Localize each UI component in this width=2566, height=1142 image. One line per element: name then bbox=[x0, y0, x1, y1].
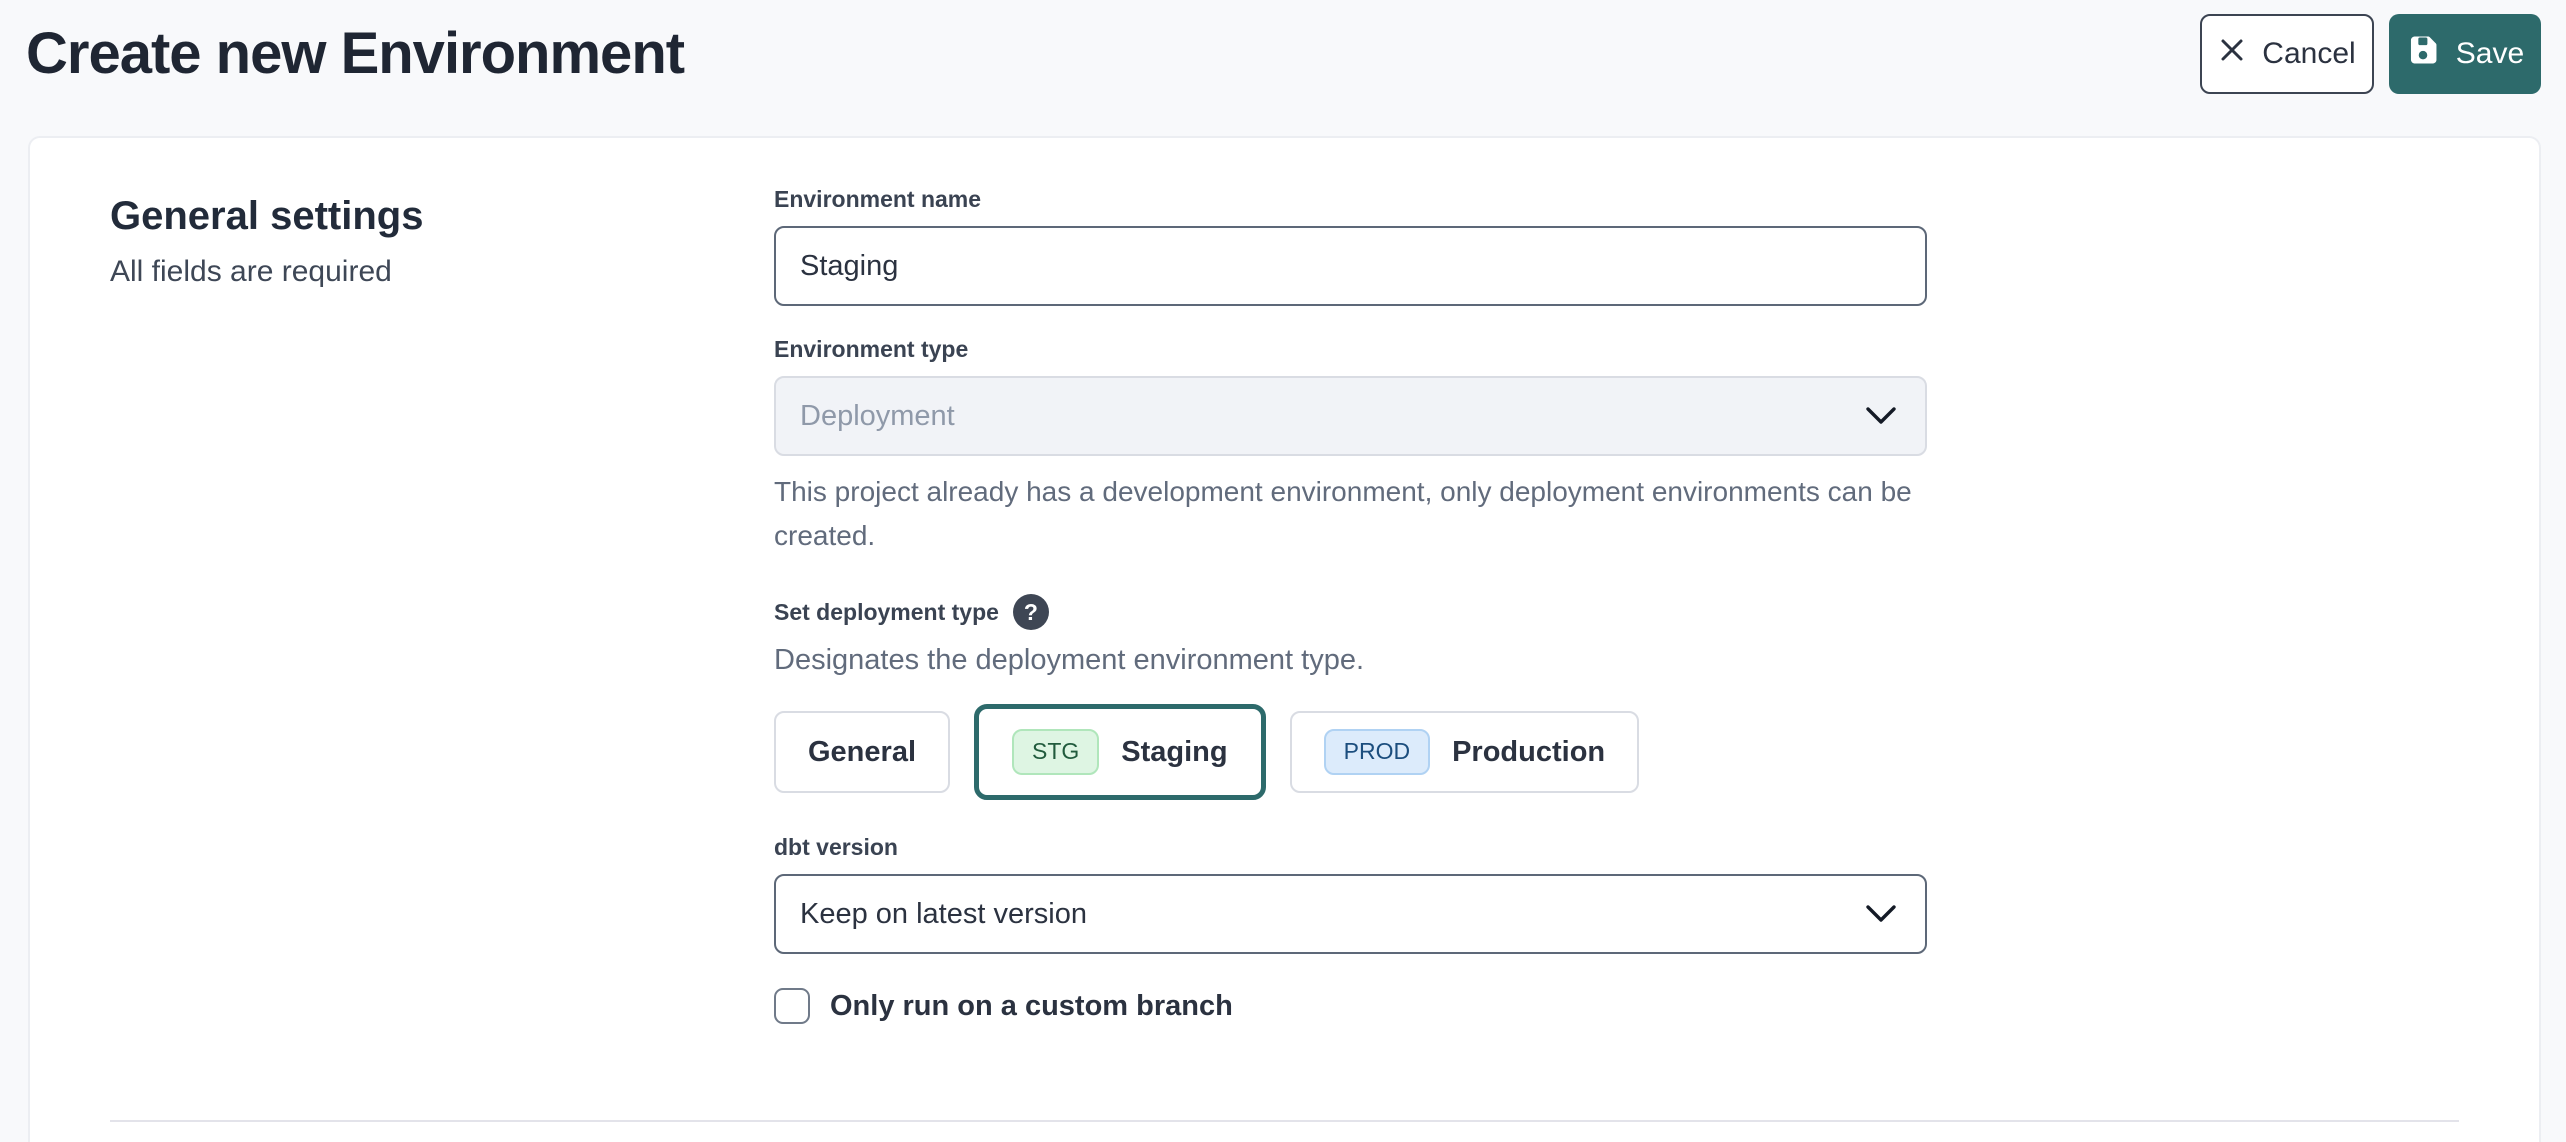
dbt-version-select[interactable]: Keep on latest version bbox=[774, 874, 1927, 954]
staging-badge: STG bbox=[1012, 729, 1099, 774]
chevron-down-icon bbox=[1865, 400, 1897, 433]
custom-branch-label[interactable]: Only run on a custom branch bbox=[830, 990, 1233, 1023]
deployment-type-options: General STG Staging PROD Production bbox=[774, 704, 1927, 800]
section-subtitle: All fields are required bbox=[110, 252, 774, 292]
custom-branch-checkbox[interactable] bbox=[774, 988, 810, 1024]
production-badge: PROD bbox=[1324, 729, 1430, 774]
dbt-version-label: dbt version bbox=[774, 832, 1927, 862]
environment-type-helper: This project already has a development e… bbox=[774, 470, 1927, 558]
deployment-option-production-label: Production bbox=[1452, 736, 1605, 769]
header-actions: Cancel Save bbox=[2200, 14, 2541, 94]
dbt-version-value: Keep on latest version bbox=[800, 898, 1087, 931]
save-button-label: Save bbox=[2456, 37, 2524, 71]
section-title: General settings bbox=[110, 192, 774, 240]
save-floppy-icon bbox=[2406, 33, 2440, 75]
environment-type-value: Deployment bbox=[800, 400, 955, 433]
cancel-button[interactable]: Cancel bbox=[2200, 14, 2374, 94]
close-icon bbox=[2218, 36, 2246, 72]
deployment-type-label: Set deployment type bbox=[774, 597, 999, 627]
custom-branch-row: Only run on a custom branch bbox=[774, 988, 1927, 1024]
environment-name-input[interactable] bbox=[774, 226, 1927, 306]
deployment-option-staging-label: Staging bbox=[1121, 736, 1227, 769]
deployment-option-general-label: General bbox=[808, 736, 916, 769]
environment-name-label: Environment name bbox=[774, 184, 1927, 214]
help-tooltip-icon[interactable]: ? bbox=[1013, 594, 1049, 630]
deployment-option-staging[interactable]: STG Staging bbox=[974, 704, 1266, 800]
page-title: Create new Environment bbox=[26, 18, 684, 91]
chevron-down-icon bbox=[1865, 898, 1897, 931]
page-header: Create new Environment Cancel Save bbox=[0, 0, 2566, 94]
cancel-button-label: Cancel bbox=[2262, 37, 2355, 71]
deployment-option-general[interactable]: General bbox=[774, 711, 950, 793]
environment-type-label: Environment type bbox=[774, 334, 1927, 364]
environment-type-select[interactable]: Deployment bbox=[774, 376, 1927, 456]
deployment-option-production[interactable]: PROD Production bbox=[1290, 711, 1640, 793]
general-settings-card: General settings All fields are required… bbox=[28, 136, 2541, 1142]
save-button[interactable]: Save bbox=[2389, 14, 2541, 94]
section-divider bbox=[110, 1120, 2459, 1122]
deployment-type-label-row: Set deployment type ? bbox=[774, 594, 1927, 630]
deployment-type-description: Designates the deployment environment ty… bbox=[774, 640, 1927, 680]
